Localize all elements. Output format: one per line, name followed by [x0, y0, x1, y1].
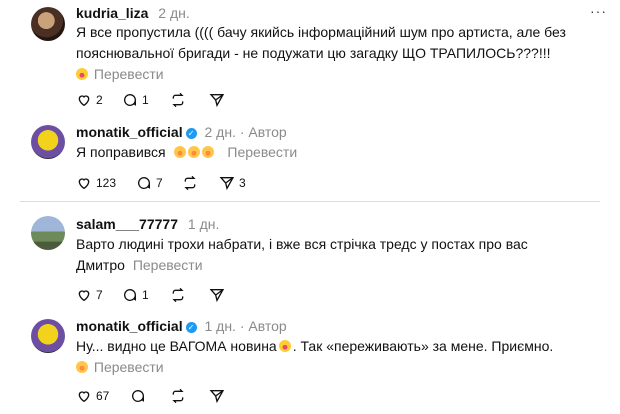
username[interactable]: monatik_official ✓ 2 дн. · Автор: [76, 124, 287, 140]
heart-icon: [78, 391, 90, 403]
post-text-line: пояснювальної бригади - не подужати цю з…: [76, 45, 551, 61]
emoji-icon: [201, 146, 214, 158]
verified-badge-icon: ✓: [185, 128, 197, 139]
reply-button[interactable]: 1: [122, 286, 149, 304]
comment-count: 7: [156, 176, 163, 190]
repost-icon: [172, 287, 184, 303]
username-text[interactable]: kudria_liza: [76, 5, 148, 21]
heart-icon: [78, 290, 90, 302]
author-label: Автор: [248, 124, 287, 140]
post-text-line: Варто людині трохи набрати, і вже вся ст…: [76, 236, 528, 252]
like-count: 123: [96, 176, 117, 190]
heart-icon: [78, 178, 90, 190]
translate-row: Перевести: [76, 357, 576, 378]
like-button[interactable]: 67: [76, 387, 109, 405]
post-text: Я поправився Перевести: [76, 142, 576, 163]
avatar[interactable]: [31, 319, 65, 353]
comment-icon: [124, 94, 137, 106]
share-button[interactable]: [209, 387, 225, 405]
send-icon: [219, 177, 235, 191]
timestamp: 1 дн.: [204, 318, 236, 334]
share-button[interactable]: 3: [219, 174, 246, 192]
reply-button[interactable]: 1: [122, 91, 149, 109]
share-button[interactable]: [209, 91, 225, 109]
repost-button[interactable]: [170, 387, 186, 405]
username[interactable]: salam___77777 1 дн.: [76, 216, 219, 232]
post-text: Варто людині трохи набрати, і вже вся ст…: [76, 234, 576, 276]
verified-badge-icon: ✓: [185, 322, 197, 333]
heart-icon: [78, 95, 90, 107]
timestamp: 2 дн.: [158, 5, 190, 21]
post-text-line: Дмитро Перевести: [76, 255, 576, 276]
post-text-fragment: . Так «переживають» за мене. Приємно.: [292, 338, 554, 354]
more-options-icon[interactable]: ···: [590, 3, 607, 19]
emoji-icon: [76, 361, 88, 373]
share-count: 3: [239, 176, 246, 190]
timestamp: 1 дн.: [187, 216, 220, 232]
repost-button[interactable]: [182, 174, 198, 192]
emoji-icon: [187, 146, 200, 158]
post-text-line: Я поправився: [76, 144, 166, 160]
share-button[interactable]: [209, 286, 225, 304]
like-count: 67: [96, 389, 110, 403]
translate-link[interactable]: Перевести: [94, 66, 164, 82]
like-button[interactable]: 123: [76, 174, 116, 192]
comment-icon: [124, 289, 137, 301]
thread-divider: [20, 201, 600, 202]
username-text[interactable]: monatik_official: [76, 124, 183, 140]
repost-icon: [184, 175, 196, 191]
translate-link[interactable]: Перевести: [133, 257, 203, 273]
reply-button[interactable]: 7: [136, 174, 163, 192]
post-text-line: Ну... видно це ВАГОМА новина . Так «переж…: [76, 336, 576, 357]
repost-button[interactable]: [170, 286, 186, 304]
post-text: Я все пропустила (((( бачу якийсь інформ…: [76, 22, 576, 85]
separator: ·: [239, 318, 245, 334]
avatar[interactable]: [31, 7, 65, 41]
repost-icon: [172, 388, 184, 404]
send-icon: [209, 94, 225, 108]
comment-icon: [138, 177, 151, 189]
separator: ·: [239, 124, 245, 140]
like-button[interactable]: 7: [76, 286, 103, 304]
avatar[interactable]: [31, 125, 65, 159]
avatar[interactable]: [31, 216, 65, 250]
username[interactable]: kudria_liza 2 дн.: [76, 5, 190, 21]
comment-count: 1: [142, 93, 149, 107]
send-icon: [209, 390, 225, 404]
reply-button[interactable]: [130, 387, 146, 405]
repost-icon: [172, 92, 184, 108]
post-text-fragment: Ну... видно це ВАГОМА новина: [76, 338, 277, 354]
username-text[interactable]: monatik_official: [76, 318, 183, 334]
post-text: Ну... видно це ВАГОМА новина . Так «переж…: [76, 336, 576, 378]
emoji-icon: [278, 340, 291, 352]
translate-row: Перевести: [76, 64, 576, 85]
author-label: Автор: [248, 318, 287, 334]
translate-link[interactable]: Перевести: [94, 359, 164, 375]
post-text-fragment: Дмитро: [76, 257, 125, 273]
comment-count: 1: [142, 288, 149, 302]
timestamp: 2 дн.: [204, 124, 236, 140]
like-button[interactable]: 2: [76, 91, 103, 109]
username-text[interactable]: salam___77777: [76, 216, 178, 232]
post-text-line: Я все пропустила (((( бачу якийсь інформ…: [76, 24, 566, 40]
send-icon: [209, 289, 225, 303]
comment-icon: [132, 390, 145, 402]
emoji-icon: [173, 146, 186, 158]
like-count: 2: [96, 93, 103, 107]
translate-link[interactable]: Перевести: [227, 144, 297, 160]
username[interactable]: monatik_official ✓ 1 дн. · Автор: [76, 318, 287, 334]
like-count: 7: [96, 288, 103, 302]
repost-button[interactable]: [170, 91, 186, 109]
emoji-icon: [76, 68, 88, 80]
